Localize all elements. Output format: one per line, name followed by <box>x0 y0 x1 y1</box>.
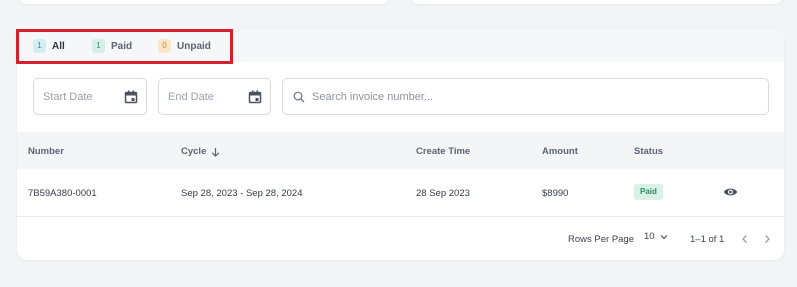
search-icon <box>293 91 305 102</box>
eye-icon[interactable] <box>723 186 738 198</box>
pagination-range: 1–1 of 1 <box>690 234 725 245</box>
search-placeholder: Search invoice number... <box>312 90 434 103</box>
invoice-panel: 1 All 1 Paid 0 Unpaid Start Date End Dat… <box>17 30 784 260</box>
start-date-field[interactable]: Start Date <box>33 78 147 115</box>
chevron-right-icon[interactable] <box>761 233 773 245</box>
calendar-icon[interactable] <box>124 90 138 104</box>
table-header: Number Cycle Create Time Amount Status <box>17 132 784 169</box>
invoice-number: 7B59A380-0001 <box>28 188 97 199</box>
status-badge: Paid <box>634 184 663 200</box>
column-amount[interactable]: Amount <box>542 146 578 157</box>
invoice-create-time: 28 Sep 2023 <box>416 188 470 199</box>
summary-card-left <box>17 0 391 4</box>
arrow-down-icon <box>212 147 220 157</box>
search-input[interactable]: Search invoice number... <box>282 78 769 115</box>
chevron-left-icon[interactable] <box>739 233 751 245</box>
start-date-placeholder: Start Date <box>43 90 93 103</box>
column-cycle-label: Cycle <box>181 146 207 157</box>
end-date-field[interactable]: End Date <box>158 78 271 115</box>
column-create-time[interactable]: Create Time <box>416 146 470 157</box>
tabs-highlight-box <box>16 29 233 64</box>
summary-card-right <box>410 0 784 4</box>
chevron-down-icon <box>660 234 668 239</box>
rows-per-page-label: Rows Per Page <box>568 234 635 245</box>
invoice-cycle: Sep 28, 2023 - Sep 28, 2024 <box>181 188 303 199</box>
pagination: Rows Per Page 10 1–1 of 1 <box>17 218 784 260</box>
end-date-placeholder: End Date <box>168 90 214 103</box>
table-row[interactable]: 7B59A380-0001 Sep 28, 2023 - Sep 28, 202… <box>17 169 784 217</box>
column-status[interactable]: Status <box>634 146 663 157</box>
invoice-amount: $8990 <box>542 188 569 199</box>
column-number[interactable]: Number <box>28 146 64 157</box>
column-cycle[interactable]: Cycle <box>181 146 220 157</box>
rows-per-page-select[interactable]: 10 <box>644 231 668 242</box>
rows-per-page-value: 10 <box>644 231 655 242</box>
calendar-icon[interactable] <box>248 90 262 104</box>
